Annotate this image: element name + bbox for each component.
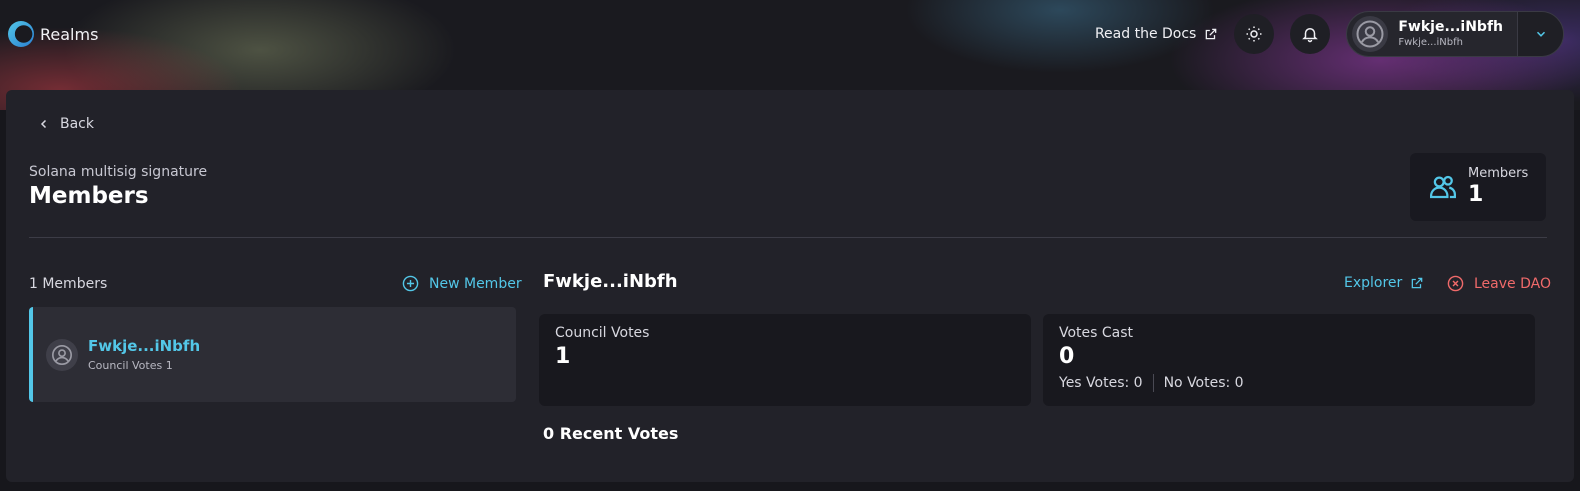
leave-dao-label: Leave DAO	[1474, 275, 1551, 292]
page-subtitle: Solana multisig signature	[29, 164, 208, 180]
app-name: Realms	[40, 24, 99, 44]
sun-icon	[1246, 26, 1262, 42]
close-circle-icon	[1447, 275, 1464, 292]
chevron-left-icon	[40, 119, 47, 129]
theme-toggle-button[interactable]	[1234, 14, 1275, 54]
realms-logo-icon	[8, 21, 34, 47]
account-menu[interactable]: Fwkje...iNbfh Fwkje...iNbfh	[1346, 11, 1564, 57]
members-stat-label: Members	[1468, 166, 1529, 181]
section-divider	[29, 237, 1547, 238]
yes-votes: Yes Votes: 0	[1059, 375, 1143, 391]
no-votes: No Votes: 0	[1163, 375, 1244, 391]
members-stat-value: 1	[1468, 182, 1484, 207]
explorer-link[interactable]: Explorer	[1344, 275, 1424, 291]
plus-circle-icon	[402, 275, 419, 292]
user-circle-icon	[52, 344, 72, 365]
votes-cast-value: 0	[1059, 344, 1075, 369]
vote-separator	[1152, 374, 1154, 392]
votes-cast-stat: Votes Cast 0 Yes Votes: 0 No Votes: 0	[1043, 314, 1535, 406]
account-info[interactable]: Fwkje...iNbfh Fwkje...iNbfh	[1347, 12, 1517, 56]
council-votes-stat: Council Votes 1	[539, 314, 1031, 406]
account-dropdown-button[interactable]	[1517, 12, 1563, 56]
members-card: Back Solana multisig signature Members M…	[6, 90, 1574, 482]
notifications-button[interactable]	[1290, 14, 1331, 54]
list-item[interactable]: Fwkje...iNbfh Council Votes 1	[29, 307, 516, 402]
member-name: Fwkje...iNbfh	[88, 336, 201, 355]
back-label: Back	[60, 116, 94, 132]
council-votes-label: Council Votes	[555, 325, 650, 341]
explorer-label: Explorer	[1344, 275, 1403, 291]
avatar	[46, 338, 78, 371]
external-link-icon	[1411, 277, 1423, 289]
user-circle-icon	[1356, 20, 1384, 48]
member-votes: Council Votes 1	[88, 358, 173, 372]
realms-logo[interactable]: Realms	[8, 21, 98, 47]
read-docs-label: Read the Docs	[1094, 26, 1197, 42]
chevron-down-icon	[1536, 31, 1545, 37]
page-title: Members	[29, 183, 149, 209]
account-address: Fwkje...iNbfh	[1398, 37, 1463, 48]
member-detail-name: Fwkje...iNbfh	[543, 271, 678, 292]
back-button[interactable]: Back	[38, 116, 94, 132]
top-bar: Realms Read the Docs Fwkje...iNbfh Fwkje…	[0, 0, 1580, 68]
account-name: Fwkje...iNbfh	[1398, 19, 1503, 35]
leave-dao-button[interactable]: Leave DAO	[1447, 275, 1551, 292]
votes-cast-label: Votes Cast	[1059, 325, 1134, 341]
council-votes-value: 1	[555, 344, 571, 369]
read-docs-link[interactable]: Read the Docs	[1095, 26, 1218, 42]
new-member-button[interactable]: New Member	[402, 275, 522, 292]
users-icon	[1430, 175, 1457, 199]
members-count-stat: Members 1	[1410, 153, 1546, 221]
new-member-label: New Member	[429, 275, 522, 292]
bell-icon	[1302, 28, 1319, 43]
recent-votes-heading: 0 Recent Votes	[543, 424, 679, 443]
members-count-label: 1 Members	[29, 276, 108, 292]
avatar	[1352, 16, 1389, 52]
external-link-icon	[1206, 28, 1217, 40]
